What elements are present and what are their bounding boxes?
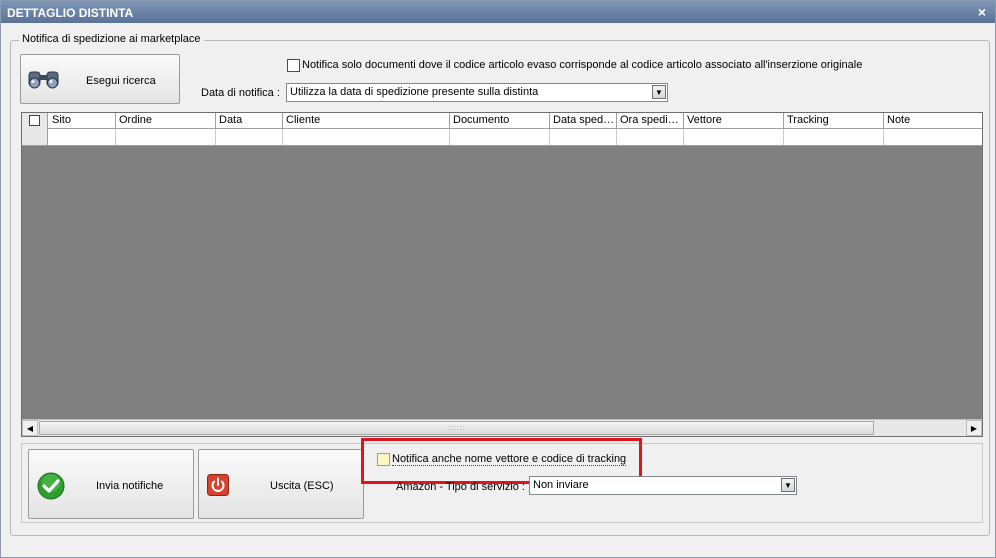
table-cell[interactable] [684, 129, 784, 145]
dettaglio-distinta-window: DETTAGLIO DISTINTA × Notifica di spedizi… [0, 0, 996, 558]
table-cell[interactable] [450, 129, 550, 145]
send-notifications-button[interactable]: Invia notifiche [28, 449, 194, 519]
shipments-grid[interactable]: Sito Ordine Data Cliente Documento Data … [21, 112, 983, 437]
column-header-documento[interactable]: Documento [450, 113, 550, 129]
chevron-down-icon[interactable]: ▼ [652, 85, 666, 99]
exit-button-label: Uscita (ESC) [270, 480, 334, 492]
window-title: DETTAGLIO DISTINTA [7, 6, 134, 20]
table-cell[interactable] [116, 129, 216, 145]
amazon-service-value: Non inviare [533, 479, 589, 491]
chevron-down-icon[interactable]: ▼ [781, 478, 795, 492]
send-notifications-label: Invia notifiche [96, 480, 164, 492]
column-header-ordine[interactable]: Ordine [116, 113, 216, 129]
table-cell[interactable] [617, 129, 684, 145]
row-selector[interactable] [22, 129, 48, 145]
select-all-checkbox[interactable] [29, 115, 40, 126]
filter-checkbox-label: Notifica solo documenti dove il codice a… [302, 59, 863, 71]
amazon-service-select[interactable]: Non inviare ▼ [529, 476, 797, 495]
scroll-right-icon[interactable]: ▶ [966, 420, 982, 436]
binoculars-icon [26, 69, 62, 94]
table-cell[interactable] [216, 129, 283, 145]
horizontal-scrollbar[interactable]: ◀ :::::: ▶ [22, 419, 982, 436]
column-header-data-spedizione[interactable]: Data sped… [550, 113, 617, 129]
table-cell[interactable] [49, 129, 116, 145]
column-header-tracking[interactable]: Tracking [784, 113, 884, 129]
exit-button[interactable]: Uscita (ESC) [198, 449, 364, 519]
table-cell[interactable] [550, 129, 617, 145]
title-bar: DETTAGLIO DISTINTA × [1, 1, 995, 23]
amazon-service-label: Amazon - Tipo di servizio : [396, 481, 525, 493]
check-icon [37, 472, 65, 503]
power-icon [207, 474, 229, 499]
column-header-sito[interactable]: Sito [49, 113, 116, 129]
notification-date-select[interactable]: Utilizza la data di spedizione presente … [286, 83, 668, 102]
table-cell[interactable] [283, 129, 450, 145]
table-row[interactable] [22, 129, 982, 146]
column-header-ora-spedizione[interactable]: Ora spedi… [617, 113, 684, 129]
notification-date-value: Utilizza la data di spedizione presente … [290, 86, 539, 98]
search-button-label: Esegui ricerca [86, 75, 156, 87]
notification-date-label: Data di notifica : [201, 87, 280, 99]
column-header-cliente[interactable]: Cliente [283, 113, 450, 129]
column-header-data[interactable]: Data [216, 113, 283, 129]
grip-icon: :::::: [448, 425, 466, 432]
close-icon[interactable]: × [978, 4, 986, 20]
group-legend: Notifica di spedizione ai marketplace [19, 33, 204, 45]
grid-header: Sito Ordine Data Cliente Documento Data … [22, 113, 982, 129]
search-button[interactable]: Esegui ricerca [20, 54, 180, 104]
scroll-left-icon[interactable]: ◀ [22, 420, 38, 436]
column-header-vettore[interactable]: Vettore [684, 113, 784, 129]
grid-select-all-cell [22, 113, 48, 129]
column-header-note[interactable]: Note [884, 113, 982, 129]
scrollbar-thumb[interactable]: :::::: [39, 421, 874, 435]
filter-checkbox[interactable] [287, 59, 300, 72]
table-cell[interactable] [784, 129, 884, 145]
table-cell[interactable] [884, 129, 982, 145]
